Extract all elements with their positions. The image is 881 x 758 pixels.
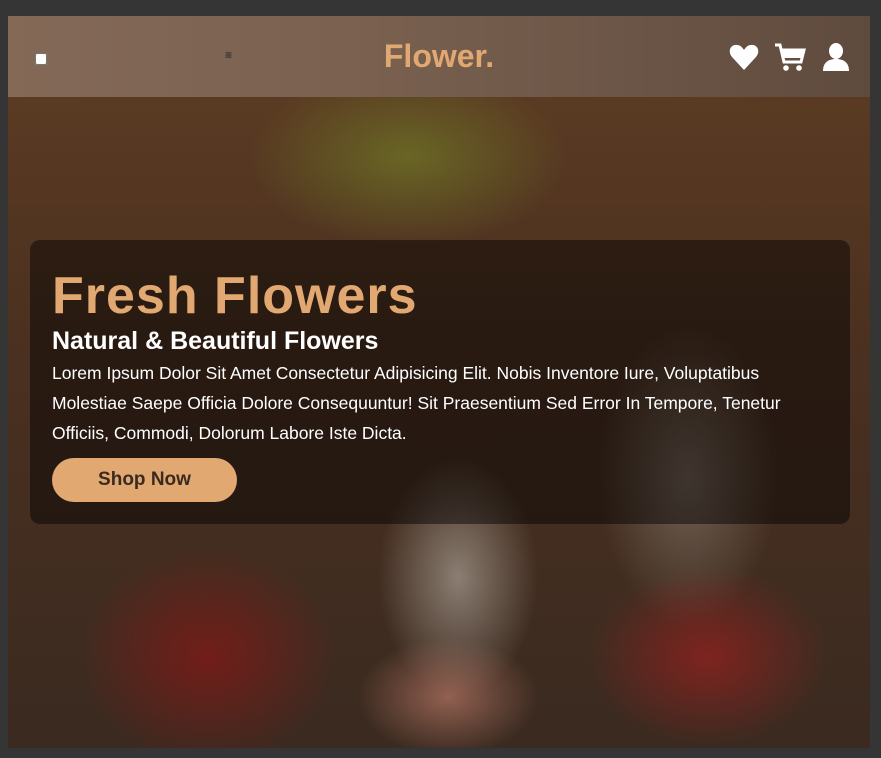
- header: ≡ Flower.: [8, 16, 870, 97]
- hero-title: Fresh Flowers: [52, 267, 418, 325]
- page: ≡ Flower. Fresh Flowers Natural & Beauti…: [8, 16, 870, 748]
- heart-icon[interactable]: [728, 42, 760, 72]
- user-icon[interactable]: [820, 42, 852, 72]
- hero-subtitle: Natural & Beautiful Flowers: [52, 327, 379, 355]
- hero-content: Fresh Flowers Natural & Beautiful Flower…: [30, 240, 850, 524]
- hero-section: Fresh Flowers Natural & Beautiful Flower…: [8, 97, 870, 748]
- shop-now-button[interactable]: Shop Now: [52, 458, 237, 502]
- cart-icon[interactable]: [774, 42, 806, 72]
- hero-description: Lorem Ipsum Dolor Sit Amet Consectetur A…: [52, 363, 781, 443]
